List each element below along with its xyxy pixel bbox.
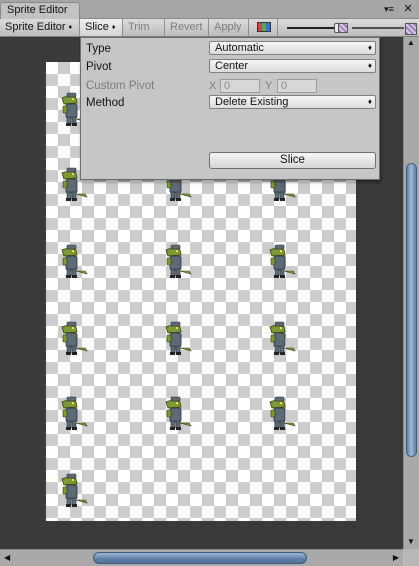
custom-pivot-y-label: Y: [265, 80, 273, 92]
croc-soldier-sprite[interactable]: [266, 321, 296, 357]
scroll-up-arrow-icon[interactable]: ▲: [407, 39, 415, 47]
custom-pivot-y-field[interactable]: 0: [277, 79, 317, 93]
context-menu-icon[interactable]: ▾≡: [381, 3, 397, 15]
pivot-dropdown[interactable]: Center ♦: [209, 59, 376, 73]
mip-small-icon: [338, 23, 348, 33]
slice-popup: Type Automatic ♦ Pivot Center ♦ Custom P…: [80, 37, 380, 180]
custom-pivot-label: Custom Pivot: [86, 80, 155, 92]
dropdown-arrow-icon: ♦: [367, 61, 372, 70]
dropdown-arrow-icon: ♦: [367, 43, 372, 52]
croc-soldier-sprite[interactable]: [162, 321, 192, 357]
scroll-right-arrow-icon[interactable]: ▶: [393, 553, 399, 562]
dropdown-arrow-icon: ♦: [367, 97, 372, 106]
croc-soldier-sprite[interactable]: [162, 244, 192, 280]
method-label: Method: [86, 97, 125, 109]
dropdown-arrow-icon: ♦: [111, 24, 116, 31]
croc-soldier-sprite[interactable]: [58, 244, 88, 280]
slice-dropdown[interactable]: Slice ♦: [80, 19, 123, 36]
sprite-editor-dropdown-label: Sprite Editor: [5, 21, 66, 33]
window-tab-title: Sprite Editor: [7, 4, 68, 16]
apply-button[interactable]: Apply: [209, 19, 249, 36]
type-dropdown-value: Automatic: [215, 42, 264, 54]
window-tab-bar: Sprite Editor ▾≡ ✕: [0, 0, 419, 19]
rgb-channels-icon: [257, 22, 271, 32]
color-channels-toggle[interactable]: [250, 19, 278, 36]
croc-soldier-sprite[interactable]: [58, 321, 88, 357]
slice-button[interactable]: Slice: [209, 152, 376, 169]
type-dropdown[interactable]: Automatic ♦: [209, 41, 376, 55]
custom-pivot-x-field[interactable]: 0: [220, 79, 260, 93]
scrollbar-corner: [403, 549, 419, 566]
vertical-scrollbar[interactable]: ▲ ▼: [403, 37, 419, 549]
croc-soldier-sprite[interactable]: [266, 396, 296, 432]
trim-button[interactable]: Trim: [123, 19, 165, 36]
croc-soldier-sprite[interactable]: [266, 244, 296, 280]
window-tab-sprite-editor[interactable]: Sprite Editor: [0, 2, 80, 19]
method-dropdown-value: Delete Existing: [215, 96, 289, 108]
mip-slider-track[interactable]: [352, 27, 404, 29]
zoom-slider-track[interactable]: [287, 27, 335, 29]
custom-pivot-x-label: X: [209, 80, 217, 92]
mip-large-icon: [405, 23, 417, 35]
horizontal-scrollbar-thumb[interactable]: [93, 552, 307, 564]
type-label: Type: [86, 43, 111, 55]
scroll-left-arrow-icon[interactable]: ◀: [4, 553, 10, 562]
dropdown-arrow-icon: ♦: [68, 24, 73, 31]
slice-dropdown-label: Slice: [85, 21, 109, 33]
scroll-down-arrow-icon[interactable]: ▼: [407, 538, 415, 546]
sprite-editor-dropdown[interactable]: Sprite Editor ♦: [0, 19, 80, 36]
horizontal-scrollbar[interactable]: ◀ ▶: [0, 549, 403, 566]
croc-soldier-sprite[interactable]: [162, 396, 192, 432]
revert-button[interactable]: Revert: [165, 19, 209, 36]
method-dropdown[interactable]: Delete Existing ♦: [209, 95, 376, 109]
croc-soldier-sprite[interactable]: [58, 473, 88, 509]
croc-soldier-sprite[interactable]: [58, 396, 88, 432]
close-icon[interactable]: ✕: [402, 3, 414, 15]
pivot-dropdown-value: Center: [215, 60, 249, 72]
pivot-label: Pivot: [86, 61, 112, 73]
toolbar: Sprite Editor ♦ Slice ♦ Trim Revert Apply: [0, 19, 419, 37]
vertical-scrollbar-thumb[interactable]: [406, 163, 417, 457]
